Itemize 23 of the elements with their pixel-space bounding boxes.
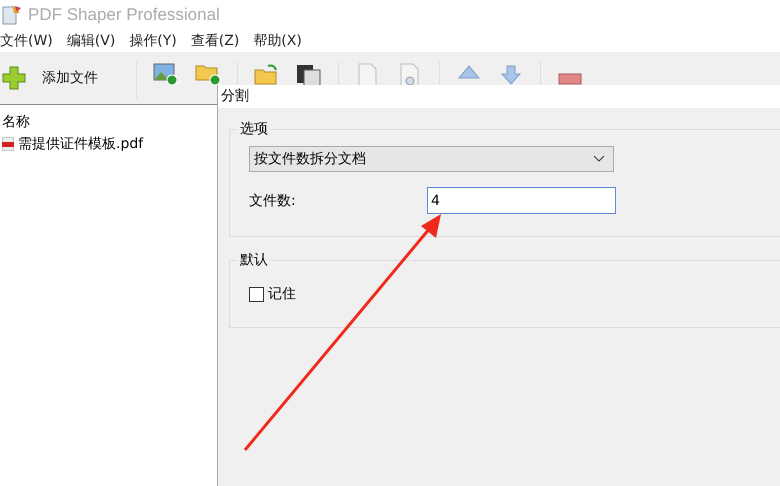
add-file-button[interactable]: 添加文件 (0, 62, 120, 90)
menu-item[interactable]: 操作(Y) (129, 32, 177, 50)
folder-arrow-icon[interactable] (254, 62, 280, 86)
split-mode-dropdown[interactable]: 按文件数拆分文档 (249, 146, 614, 172)
menu-item[interactable]: 帮助(X) (253, 32, 302, 50)
pdf-file-icon (2, 137, 14, 151)
menu-item[interactable]: 查看(Z) (190, 32, 240, 50)
window-title: PDF Shaper Professional (28, 5, 220, 25)
menu-item[interactable]: 编辑(V) (66, 32, 116, 50)
dialog-title: 分割 (218, 85, 780, 108)
add-image-icon[interactable] (153, 62, 179, 86)
app-icon (2, 4, 22, 26)
group-label: 选项 (239, 120, 269, 138)
remember-label[interactable]: 记住 (268, 285, 296, 303)
chevron-down-icon (593, 155, 605, 163)
group-label: 默认 (239, 251, 269, 269)
column-header: 名称 (2, 114, 30, 130)
menu-item[interactable]: 文件(W) (0, 32, 53, 50)
remember-checkbox[interactable] (249, 286, 264, 302)
file-count-field[interactable]: 4 (427, 187, 616, 214)
file-count-label: 文件数: (249, 192, 297, 210)
file-name[interactable]: 需提供证件模板.pdf (18, 135, 144, 153)
plus-icon (2, 66, 26, 90)
